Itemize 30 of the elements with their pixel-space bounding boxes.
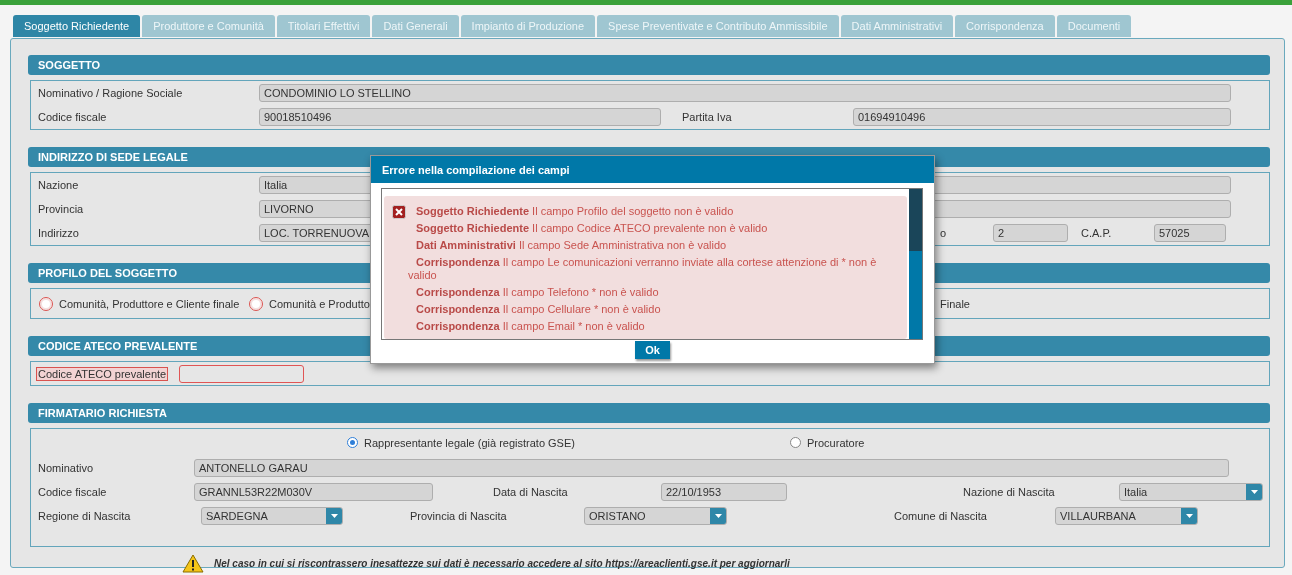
error-message: Corrispondenza Il campo Cellulare * non è valido: [415, 303, 662, 317]
field-label: Codice fiscale: [38, 486, 107, 498]
field-label: Nominativo / Ragione Sociale: [38, 87, 183, 99]
error-message: Dati Amministrativi Il campo Sede Amministrativa non è valido: [415, 239, 728, 253]
field-label: Finale: [940, 297, 970, 310]
field-label: Codice fiscale: [38, 111, 107, 123]
field-label: Nazione di Nascita: [963, 486, 1055, 498]
error-message: Corrispondenza Il campo Telefono * non è valido: [415, 286, 660, 300]
field-label: C.A.P.: [1081, 227, 1112, 239]
field-label: Codice ATECO prevalente: [37, 367, 168, 380]
radio-label: Comunità e Produtto: [269, 297, 370, 310]
field-label: Nominativo: [38, 462, 94, 474]
field-label: Regione di Nascita: [38, 510, 131, 522]
field-label: Comune di Nascita: [894, 510, 987, 522]
field-label: Provincia di Nascita: [410, 510, 507, 522]
field-label: Partita Iva: [682, 111, 732, 123]
field-label: Provincia: [38, 203, 84, 215]
field-label: Indirizzo: [38, 227, 79, 239]
error-message: Soggetto Richiedente Il campo Codice ATECO prevalente non è valido: [415, 222, 769, 236]
radio-label: Comunità, Produttore e Cliente finale: [59, 297, 240, 310]
section-header: SOGGETTO: [28, 55, 1270, 75]
dialog-title: Errore nella compilazione dei campi: [371, 156, 934, 183]
field-label: Data di Nascita: [493, 486, 568, 498]
section-header: FIRMATARIO RICHIESTA: [28, 403, 1270, 423]
field-label: o: [940, 227, 947, 239]
field-label: Nazione: [38, 179, 79, 191]
radio-label: Procuratore: [807, 436, 865, 449]
error-message: Soggetto Richiedente Il campo Profilo del soggetto non è valido: [415, 205, 735, 219]
warning-text: Nel caso in cui si riscontrassero inesattezze sui dati è necessario accedere al sito https://areaclienti.gse.it per aggiornarli: [214, 558, 790, 569]
error-message: Corrispondenza Il campo Email * non è valido: [415, 320, 646, 334]
